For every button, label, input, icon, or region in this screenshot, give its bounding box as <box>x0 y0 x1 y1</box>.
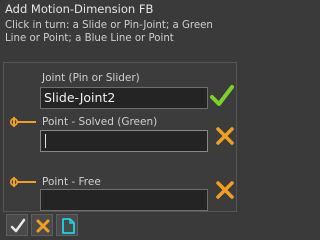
point-link-icon <box>9 117 36 127</box>
point-solved-label: Point - Solved (Green) <box>42 116 158 128</box>
clear-point-solved-x-icon[interactable] <box>214 125 236 147</box>
joint-field[interactable]: Slide-Joint2 <box>40 87 208 109</box>
new-document-button[interactable] <box>56 214 78 236</box>
clear-point-free-x-icon[interactable] <box>214 179 236 201</box>
point-solved-field[interactable] <box>40 130 208 152</box>
point-free-label: Point - Free <box>42 176 101 188</box>
checkmark-icon <box>10 218 26 233</box>
dialog-title: Add Motion-Dimension FB <box>5 2 154 16</box>
text-caret <box>45 134 46 148</box>
point-free-field[interactable] <box>40 189 208 211</box>
instructions-text: Click in turn: a Slide or Pin-Joint; a G… <box>5 20 213 44</box>
point-link-icon <box>9 177 36 187</box>
accept-button[interactable] <box>6 214 28 236</box>
document-icon <box>62 218 75 234</box>
cancel-button[interactable] <box>31 214 53 236</box>
checkmark-icon <box>210 85 234 106</box>
x-icon <box>36 219 50 233</box>
joint-label: Joint (Pin or Slider) <box>42 72 140 84</box>
